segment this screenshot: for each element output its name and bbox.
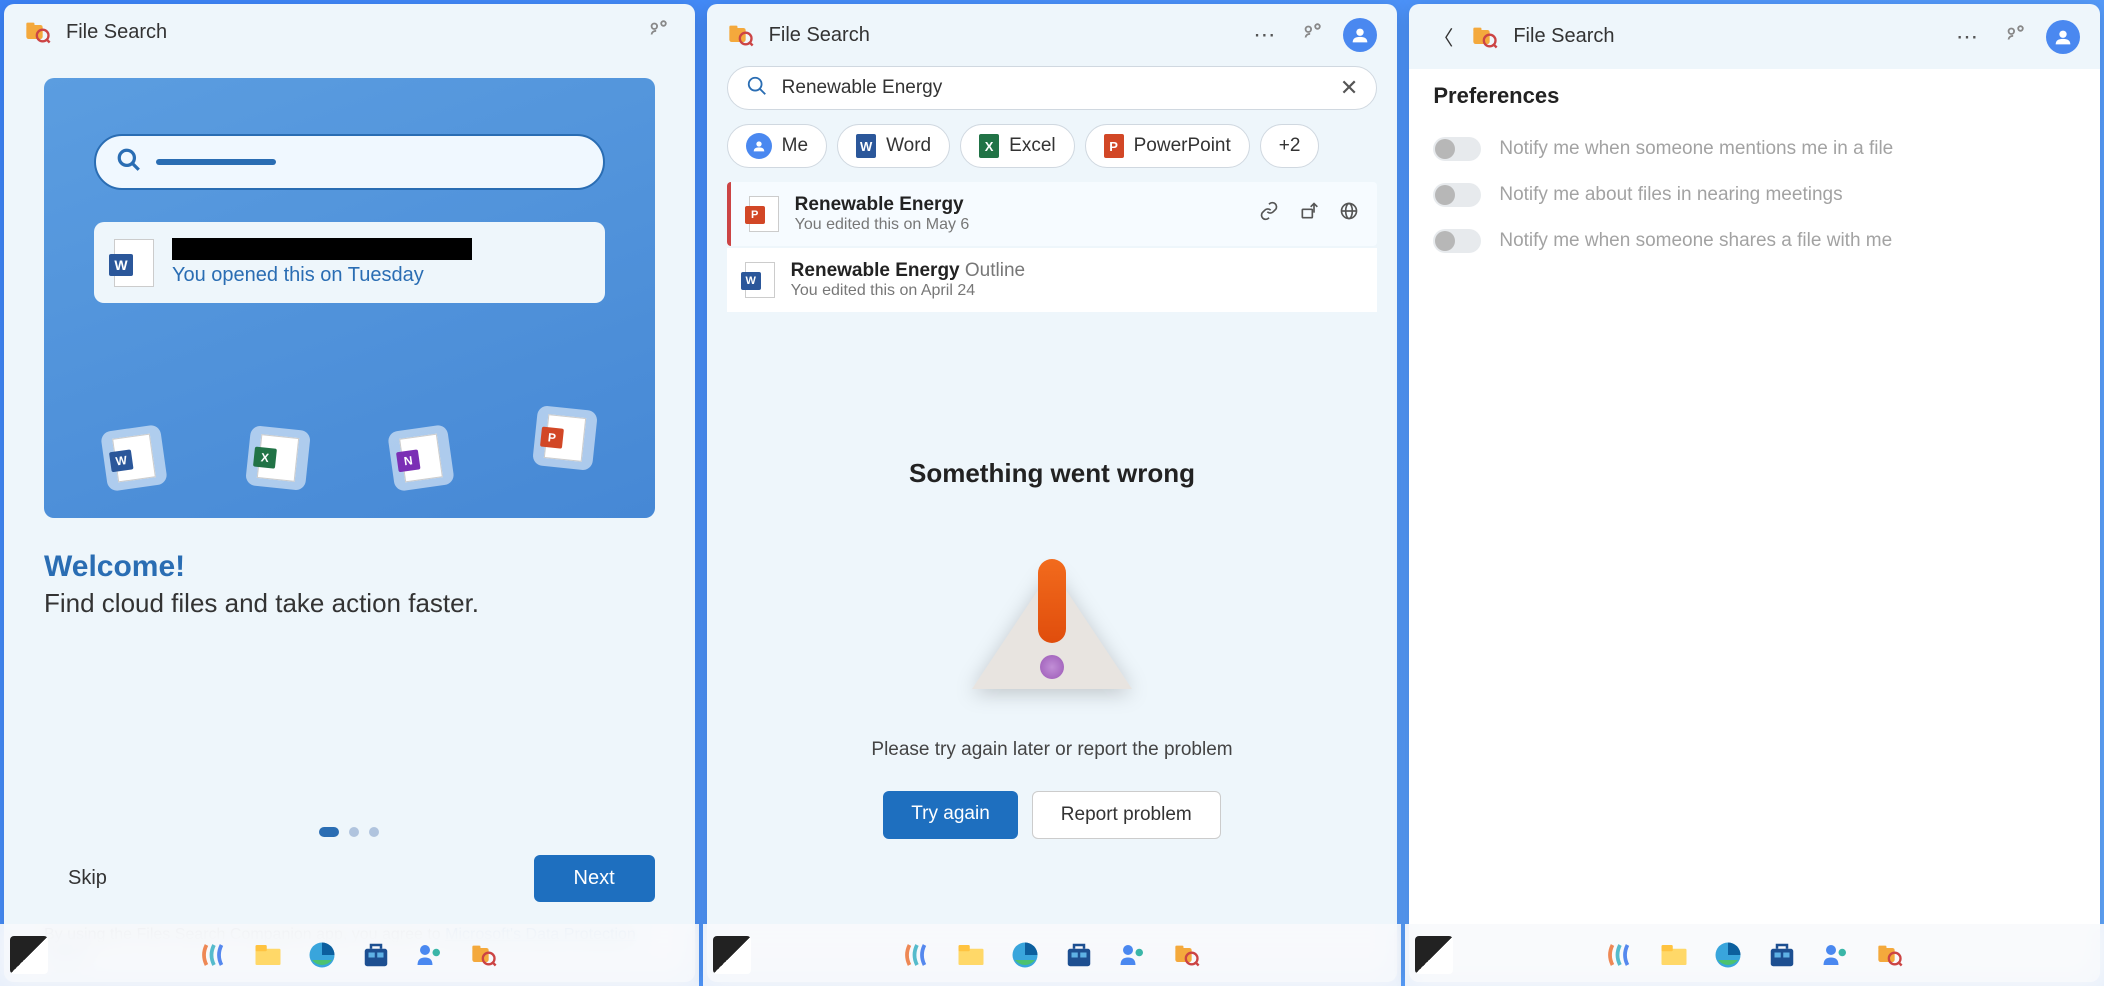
welcome-title: Welcome! — [44, 550, 655, 584]
header: File Search ⋯ — [707, 4, 1398, 66]
hero-card: W You opened this on Tuesday — [94, 222, 605, 303]
filter-chips: Me WWord XExcel PPowerPoint +2 — [727, 124, 1378, 168]
taskbar-explorer-icon[interactable] — [950, 934, 992, 976]
more-icon[interactable]: ⋯ — [1247, 22, 1281, 48]
welcome-subtitle: Find cloud files and take action faster. — [44, 588, 655, 619]
pref-mention: Notify me when someone mentions me in a … — [1433, 137, 2076, 161]
app-title: File Search — [1513, 25, 1614, 48]
taskbar-people-icon[interactable] — [409, 934, 451, 976]
taskbar — [703, 924, 1402, 986]
toggle-meetings[interactable] — [1433, 183, 1481, 207]
error-illustration — [962, 529, 1142, 709]
taskbar-filesearch-icon[interactable] — [1166, 934, 1208, 976]
filter-powerpoint[interactable]: PPowerPoint — [1085, 124, 1250, 168]
redacted-filename — [172, 238, 472, 260]
taskbar-edge-icon[interactable] — [1004, 934, 1046, 976]
taskbar — [1405, 924, 2104, 986]
word-icon: W — [114, 239, 154, 287]
try-again-button[interactable]: Try again — [883, 791, 1018, 839]
toggle-mention[interactable] — [1433, 137, 1481, 161]
app-title: File Search — [769, 24, 870, 47]
taskbar-store-icon[interactable] — [355, 934, 397, 976]
pref-meetings: Notify me about files in nearing meeting… — [1433, 183, 2076, 207]
share-header-icon[interactable] — [641, 18, 675, 46]
toggle-share[interactable] — [1433, 229, 1481, 253]
share-header-icon[interactable] — [1998, 23, 2032, 51]
clear-icon[interactable]: ✕ — [1340, 75, 1358, 101]
filter-me[interactable]: Me — [727, 124, 827, 168]
taskbar-edge-icon[interactable] — [1707, 934, 1749, 976]
taskbar-widgets[interactable] — [1415, 936, 1453, 974]
powerpoint-icon: P — [749, 196, 779, 232]
avatar-icon[interactable] — [2046, 20, 2080, 54]
welcome-hero: W You opened this on Tuesday W X N P — [44, 78, 655, 518]
more-icon[interactable]: ⋯ — [1950, 24, 1984, 50]
dot-2[interactable] — [349, 827, 359, 837]
link-icon[interactable] — [1259, 201, 1279, 227]
filter-word[interactable]: WWord — [837, 124, 950, 168]
app-icon — [1471, 23, 1499, 51]
header: 〈 File Search ⋯ — [1409, 4, 2100, 69]
taskbar-people-icon[interactable] — [1815, 934, 1857, 976]
taskbar-store-icon[interactable] — [1058, 934, 1100, 976]
taskbar-explorer-icon[interactable] — [247, 934, 289, 976]
search-result[interactable]: P Renewable Energy You edited this on Ma… — [727, 182, 1378, 246]
taskbar-copilot-icon[interactable] — [193, 934, 235, 976]
taskbar-copilot-icon[interactable] — [896, 934, 938, 976]
header: File Search — [4, 4, 695, 60]
error-title: Something went wrong — [909, 458, 1195, 489]
taskbar-people-icon[interactable] — [1112, 934, 1154, 976]
taskbar-filesearch-icon[interactable] — [463, 934, 505, 976]
taskbar — [0, 924, 699, 986]
hero-search-illustration — [94, 134, 605, 190]
taskbar-widgets[interactable] — [10, 936, 48, 974]
app-icon — [727, 21, 755, 49]
word-icon: W — [745, 262, 775, 298]
error-section: Something went wrong Please try again la… — [707, 314, 1398, 982]
taskbar-store-icon[interactable] — [1761, 934, 1803, 976]
back-icon[interactable]: 〈 — [1429, 18, 1457, 55]
share-header-icon[interactable] — [1295, 21, 1329, 49]
globe-icon[interactable] — [1339, 201, 1359, 227]
error-subtitle: Please try again later or report the pro… — [871, 739, 1232, 761]
taskbar-widgets[interactable] — [713, 936, 751, 974]
taskbar-explorer-icon[interactable] — [1653, 934, 1695, 976]
share-icon[interactable] — [1299, 201, 1319, 227]
taskbar-edge-icon[interactable] — [301, 934, 343, 976]
search-icon — [116, 147, 142, 178]
dot-3[interactable] — [369, 827, 379, 837]
next-button[interactable]: Next — [534, 855, 655, 902]
avatar-icon[interactable] — [1343, 18, 1377, 52]
preferences-title: Preferences — [1433, 83, 2076, 109]
report-problem-button[interactable]: Report problem — [1032, 791, 1221, 839]
app-icon — [24, 18, 52, 46]
pref-share: Notify me when someone shares a file wit… — [1433, 229, 2076, 253]
filter-more[interactable]: +2 — [1260, 124, 1320, 168]
file-icons-illustration: W X N P — [104, 408, 595, 508]
filter-excel[interactable]: XExcel — [960, 124, 1074, 168]
search-icon — [746, 75, 768, 102]
search-box[interactable]: ✕ — [727, 66, 1378, 110]
taskbar-copilot-icon[interactable] — [1599, 934, 1641, 976]
taskbar-filesearch-icon[interactable] — [1869, 934, 1911, 976]
app-title: File Search — [66, 21, 167, 44]
page-dots — [4, 827, 695, 837]
search-result[interactable]: W Renewable Energy Outline You edited th… — [727, 248, 1378, 312]
preferences-panel: Preferences Notify me when someone menti… — [1409, 69, 2100, 982]
dot-1[interactable] — [319, 827, 339, 837]
skip-button[interactable]: Skip — [44, 855, 131, 902]
search-input[interactable] — [782, 77, 1326, 99]
hero-card-subtitle: You opened this on Tuesday — [172, 264, 472, 287]
